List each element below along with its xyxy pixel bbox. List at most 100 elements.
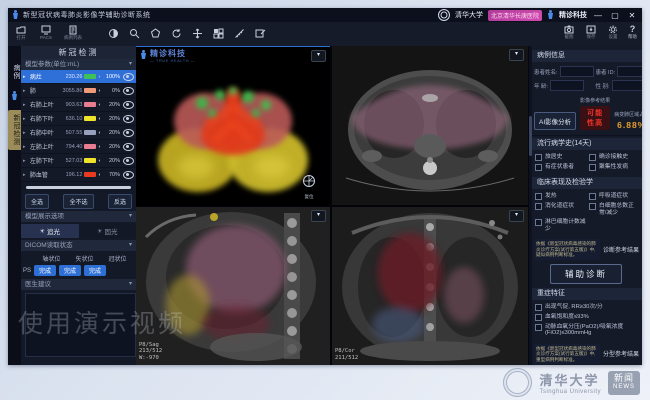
layout-icon[interactable] — [213, 28, 224, 39]
minimize-button[interactable]: — — [592, 11, 604, 20]
axial-status-chip[interactable]: 完成 — [34, 265, 56, 276]
color-swatch[interactable] — [84, 116, 96, 121]
measure-icon[interactable] — [234, 28, 245, 39]
patient-age-field[interactable] — [550, 80, 584, 91]
color-swatch[interactable] — [84, 144, 96, 149]
select-all-button[interactable]: 全选 — [25, 194, 49, 209]
annotate-icon[interactable] — [255, 28, 266, 39]
case-list-button[interactable]: 病例列表 — [64, 25, 82, 40]
viewport-menu-button[interactable]: ▾ — [509, 210, 524, 222]
tab-covid-detect[interactable]: 新冠检测 — [8, 110, 21, 150]
expand-icon[interactable]: ▸ — [23, 130, 28, 136]
expand-icon[interactable]: ▸ — [23, 172, 28, 178]
viewport-3d[interactable]: 精诊科技— TRUE HEALTH — ▾ — [136, 46, 330, 206]
model-row-rml[interactable]: ▸ 右肺中叶 507.55 ◐ 20% — [21, 126, 136, 140]
expand-icon[interactable]: ▸ — [23, 74, 28, 80]
eye-icon[interactable] — [123, 143, 134, 151]
save-button[interactable]: 保存 — [586, 25, 596, 39]
assist-diagnosis-button[interactable]: 辅助诊断 — [550, 264, 622, 284]
coronal-status-chip[interactable]: 完成 — [84, 265, 106, 276]
clinical-item[interactable]: 淋巴细胞计数减少 — [535, 219, 587, 232]
screenshot-button[interactable]: 截图 — [564, 25, 574, 39]
model-row-lul[interactable]: ▸ 左肺上叶 794.40 ◐ 20% — [21, 140, 136, 154]
color-swatch[interactable] — [84, 74, 96, 79]
patient-sex-field[interactable] — [612, 80, 642, 91]
patient-name-field[interactable] — [560, 66, 594, 77]
viewport-sagittal[interactable]: ▾ P8/Sag 213/512 W:- — [136, 207, 330, 365]
color-swatch[interactable] — [84, 88, 96, 93]
color-swatch[interactable] — [84, 158, 96, 163]
sagittal-status-chip[interactable]: 完成 — [59, 265, 81, 276]
severe-item[interactable]: 出现气促, RR≥30次/分 — [535, 304, 641, 311]
open-button[interactable]: 打开 — [16, 25, 26, 40]
model-params-section[interactable]: 模型参数(单位:mL)▾ — [21, 59, 136, 70]
opacity-icon: ◐ — [98, 172, 101, 178]
ai-analysis-button[interactable]: AI影像分析 — [534, 112, 576, 130]
model-row-rul[interactable]: ▸ 右肺上叶 903.63 ◐ 20% — [21, 98, 136, 112]
epi-item[interactable]: 有症状患者 — [535, 164, 587, 171]
chevron-down-icon: ▾ — [129, 240, 132, 251]
contrast-icon[interactable] — [108, 28, 119, 39]
expand-icon[interactable]: ▸ — [23, 116, 28, 122]
ratio-label: 病变肺区域占比 — [614, 111, 642, 118]
viewport-menu-button[interactable]: ▾ — [311, 210, 326, 222]
eye-icon[interactable] — [123, 157, 134, 165]
user-icon[interactable] — [8, 88, 21, 106]
reset-view-control[interactable]: 复位 — [302, 174, 316, 200]
advice-textarea[interactable] — [25, 293, 136, 357]
dicom-status-section[interactable]: DICOM读取状态▾ — [21, 240, 136, 251]
epi-item[interactable]: 确诊接触史 — [589, 154, 641, 161]
positive-badge: 可能性高 — [580, 106, 610, 130]
severe-item[interactable]: 血氧饱和度≤93% — [535, 314, 641, 321]
model-row-rll[interactable]: ▸ 右肺下叶 636.10 ◐ 20% — [21, 112, 136, 126]
severe-item[interactable]: 动脉血氧分压(PaO2)/吸氧浓度(FiO2)≤300mmHg — [535, 324, 641, 337]
pan-icon[interactable] — [150, 28, 161, 39]
display-options-section[interactable]: 模型展示选项▾ — [21, 211, 136, 222]
viewport-axial[interactable]: ▾ — [332, 46, 528, 205]
eye-icon[interactable] — [123, 129, 134, 137]
epi-item[interactable]: 旅居史 — [535, 154, 587, 161]
expand-icon[interactable]: ▸ — [23, 144, 28, 150]
model-row-vessels[interactable]: ▸ 肺血管 196.12 ◐ 70% — [21, 168, 136, 182]
opacity-slider[interactable] — [26, 186, 131, 189]
invert-select-button[interactable]: 反选 — [108, 194, 132, 209]
epidemiology-header: 流行病学史(14天) — [529, 138, 642, 150]
move-icon[interactable] — [192, 28, 203, 39]
color-swatch[interactable] — [84, 172, 96, 177]
viewport-menu-button[interactable]: ▾ — [311, 50, 326, 62]
expand-icon[interactable]: ▸ — [23, 102, 28, 108]
viewport-menu-button[interactable]: ▾ — [509, 49, 524, 61]
eye-icon[interactable] — [123, 73, 134, 81]
clinical-item[interactable]: 呼吸道症状 — [589, 193, 641, 200]
color-swatch[interactable] — [84, 130, 96, 135]
panel-scrollbar[interactable] — [529, 46, 532, 365]
expand-icon[interactable]: ▸ — [23, 88, 28, 94]
model-row-lesion[interactable]: ▸ 病灶 230.26 ◐ 100% — [21, 70, 136, 84]
eye-icon[interactable] — [123, 171, 134, 179]
select-none-button[interactable]: 全不选 — [63, 194, 93, 209]
zoom-icon[interactable] — [129, 28, 140, 39]
rotate-icon[interactable] — [171, 28, 182, 39]
close-button[interactable]: ✕ — [626, 11, 638, 20]
model-row-lung[interactable]: ▸ 肺 3055.86 ◐ 0% — [21, 84, 136, 98]
tab-case[interactable]: 病例 — [8, 60, 21, 84]
eye-icon[interactable] — [123, 101, 134, 109]
color-swatch[interactable] — [84, 102, 96, 107]
clinical-item[interactable]: 白细胞总数正常/减少 — [589, 203, 641, 216]
patient-id-field[interactable] — [617, 66, 642, 77]
eye-icon[interactable] — [123, 115, 134, 123]
maximize-button[interactable]: ▢ — [609, 11, 621, 20]
viewport-coronal[interactable]: ▾ P8/Cor 211/512 — [332, 207, 528, 365]
pacs-button[interactable]: PACS — [40, 25, 52, 40]
doctor-advice-section[interactable]: 医生建议▾ — [21, 279, 136, 290]
clinical-item[interactable]: 发热 — [535, 193, 587, 200]
light-follow-tab[interactable]: ☀追光 — [21, 224, 79, 238]
eye-icon[interactable] — [123, 87, 134, 95]
help-button[interactable]: ? 帮助 — [628, 25, 637, 39]
expand-icon[interactable]: ▸ — [23, 158, 28, 164]
clinical-item[interactable]: 消化道症状 — [535, 203, 587, 216]
epi-item[interactable]: 聚集性发病 — [589, 164, 641, 171]
light-fixed-tab[interactable]: ☀固光 — [79, 224, 137, 238]
settings-button[interactable]: 设置 — [608, 25, 618, 39]
model-row-lll[interactable]: ▸ 左肺下叶 527.03 ◐ 20% — [21, 154, 136, 168]
